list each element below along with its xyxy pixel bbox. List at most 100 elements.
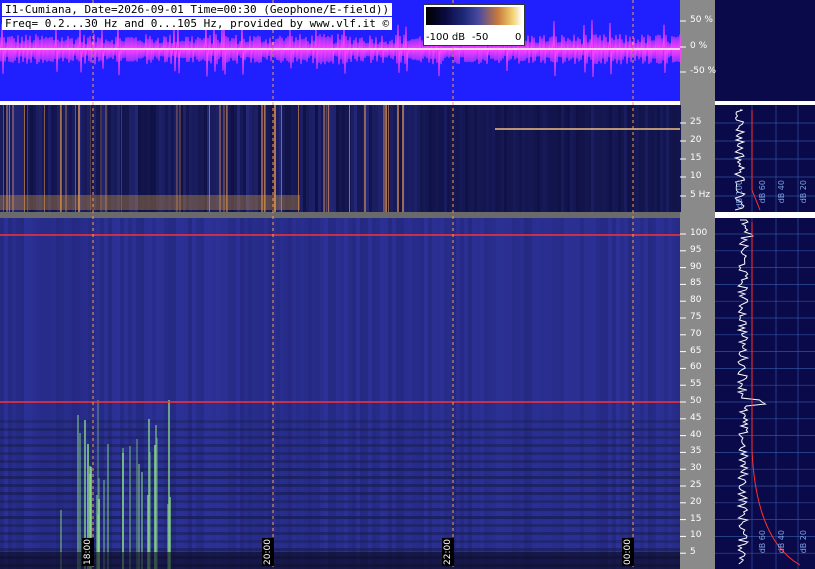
upper-spectrogram-column — [408, 105, 411, 212]
upper-spectrogram-column — [417, 105, 420, 212]
side-unit-label: dB 40 — [777, 180, 786, 204]
upper-spectrogram-column — [471, 105, 474, 212]
upper-spectrogram-column — [492, 105, 495, 212]
upper-spectrogram-column — [555, 105, 558, 212]
upper-spectrogram-column — [411, 105, 414, 212]
upper-spectrogram-column — [564, 105, 567, 212]
upper-spectrogram-column — [465, 105, 468, 212]
lower-frequency-label: 85 — [690, 278, 702, 289]
upper-spectrogram-streak — [328, 105, 329, 212]
upper-spectrogram-column — [645, 105, 648, 212]
lower-frequency-label: 40 — [690, 429, 702, 440]
upper-spectrogram-column — [669, 105, 672, 212]
upper-spectrogram-column — [501, 105, 504, 212]
upper-spectrogram-column — [513, 105, 516, 212]
lower-spectrogram-burst — [129, 446, 131, 569]
upper-spectrogram-column — [549, 105, 552, 212]
upper-spectrogram-column — [354, 105, 357, 212]
upper-spectrogram-streak — [383, 105, 385, 212]
upper-spectrogram-column — [597, 105, 600, 212]
upper-spectrogram-column — [369, 105, 372, 212]
upper-spectrogram-column — [627, 105, 630, 212]
lower-frequency-label: 10 — [690, 530, 702, 541]
upper-spectrogram-column — [519, 105, 522, 212]
upper-spectrogram-column — [558, 105, 561, 212]
panel-divider — [715, 101, 815, 105]
lower-spectrogram-band — [0, 436, 680, 439]
upper-spectrogram-column — [660, 105, 663, 212]
upper-spectrogram-column — [636, 105, 639, 212]
waveform-axis-label: 50 % — [690, 15, 713, 25]
upper-spectrogram-lowband — [0, 195, 300, 210]
upper-spectrogram-column — [315, 105, 318, 212]
time-label: 20:00 — [262, 538, 274, 566]
lower-spectrogram-band — [0, 492, 680, 495]
lower-spectrogram-band — [0, 548, 680, 551]
upper-spectrogram-streak — [386, 105, 387, 212]
upper-spectrogram-column — [573, 105, 576, 212]
lower-spectrogram-burst — [107, 444, 109, 569]
upper-spectrogram-column — [423, 105, 426, 212]
lower-frequency-label: 45 — [690, 412, 702, 423]
upper-spectrogram-streak — [364, 105, 366, 212]
upper-spectrogram-column — [456, 105, 459, 212]
lower-frequency-label: 20 — [690, 496, 702, 507]
upper-spectrogram-column — [480, 105, 483, 212]
upper-spectrogram-column — [330, 105, 333, 212]
upper-spectrogram-column — [618, 105, 621, 212]
upper-spectrogram-column — [432, 105, 435, 212]
upper-spectrogram-column — [444, 105, 447, 212]
upper-spectrogram-column — [657, 105, 660, 212]
lower-spectrogram-burst — [122, 448, 124, 569]
upper-spectrogram-column — [339, 105, 342, 212]
upper-spectrogram-column — [624, 105, 627, 212]
upper-spectrogram-column — [498, 105, 501, 212]
upper-spectrogram-column — [609, 105, 612, 212]
lower-spectrogram-band — [0, 516, 680, 519]
side-unit-label: dB 100 — [735, 180, 744, 209]
upper-spectrogram-column — [603, 105, 606, 212]
side-unit-label: dB 60 — [758, 180, 767, 204]
upper-spectrogram-column — [459, 105, 462, 212]
upper-spectrogram-column — [360, 105, 363, 212]
lower-spectrogram-band — [0, 476, 680, 479]
waveform-axis-label: -50 % — [690, 66, 717, 76]
upper-spectrogram-column — [672, 105, 675, 212]
upper-spectrogram-column — [528, 105, 531, 212]
station-info-line: I1-Cumiana, Date=2026-09-01 Time=00:30 (… — [2, 3, 393, 16]
lower-frequency-label: 55 — [690, 379, 702, 390]
upper-spectrogram-column — [639, 105, 642, 212]
lower-spectrogram-band — [0, 484, 680, 487]
lower-frequency-label: 70 — [690, 328, 702, 339]
time-label: 18:00 — [82, 538, 94, 566]
upper-spectrogram-column — [615, 105, 618, 212]
upper-spectrogram-column — [300, 105, 303, 212]
upper-spectrogram-column — [435, 105, 438, 212]
lower-spectrogram-band — [0, 420, 680, 423]
upper-spectrogram-column — [318, 105, 321, 212]
upper-spectrogram-column — [462, 105, 465, 212]
upper-spectrogram-column — [420, 105, 423, 212]
upper-spectrogram-column — [600, 105, 603, 212]
upper-spectrogram-column — [489, 105, 492, 212]
upper-spectrogram-column — [543, 105, 546, 212]
upper-spectrogram-column — [612, 105, 615, 212]
lower-spectrogram-band — [0, 500, 680, 503]
upper-spectrogram-column — [522, 105, 525, 212]
upper-spectrogram-column — [651, 105, 654, 212]
lower-frequency-label: 5 — [690, 547, 696, 558]
vlf-monitor-display: I1-Cumiana, Date=2026-09-01 Time=00:30 (… — [0, 0, 815, 569]
upper-spectrogram-column — [474, 105, 477, 212]
upper-spectrogram-column — [405, 105, 408, 212]
upper-spectrogram-column — [585, 105, 588, 212]
upper-spectrogram-column — [546, 105, 549, 212]
upper-spectrogram-column — [447, 105, 450, 212]
upper-spectrogram-column — [342, 105, 345, 212]
lower-spectrogram-band — [0, 508, 680, 511]
lower-spectrogram-burst — [148, 419, 150, 569]
upper-frequency-label: 25 — [690, 117, 702, 127]
lower-spectrogram-band — [0, 468, 680, 471]
upper-spectrogram-column — [576, 105, 579, 212]
upper-spectrogram-column — [510, 105, 513, 212]
lower-spectrogram-band — [0, 524, 680, 527]
